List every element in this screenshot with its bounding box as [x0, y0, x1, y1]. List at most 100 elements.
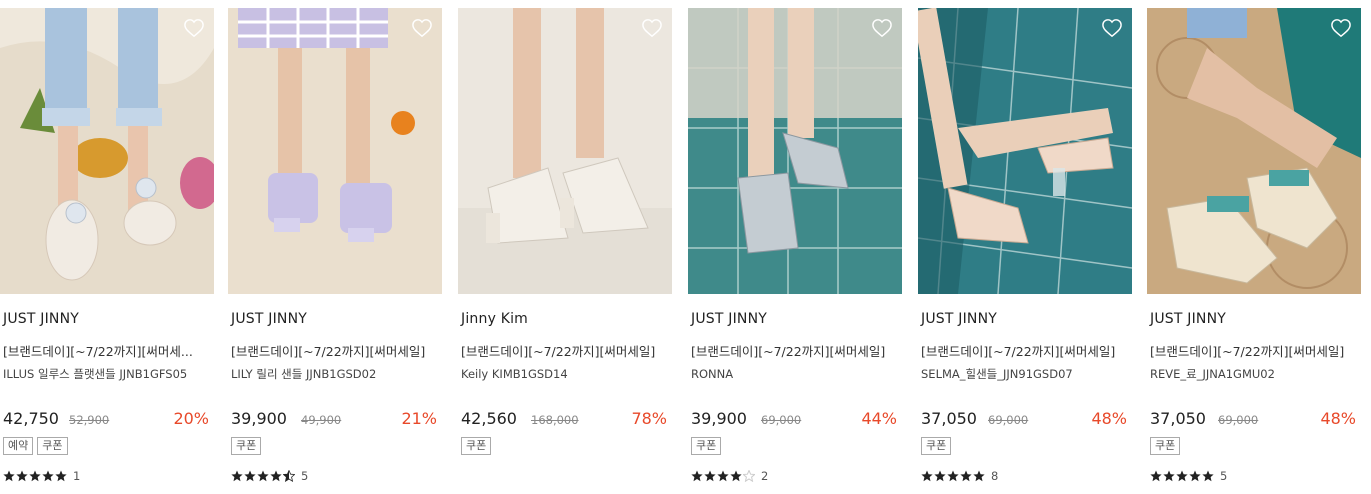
tag-badge: 쿠폰 [1150, 437, 1181, 455]
product-subtitle[interactable]: RONNA [691, 366, 899, 382]
product-rating: 5 [231, 469, 308, 483]
star-icon [3, 470, 15, 482]
review-count: 5 [1220, 469, 1228, 483]
product-title[interactable]: [브랜드데이][~7/22까지][써머세... [3, 341, 211, 360]
product-subtitle[interactable]: Keily KIMB1GSD14 [461, 366, 669, 382]
sale-price: 39,900 [231, 409, 287, 428]
star-rating [3, 470, 67, 482]
product-image[interactable] [688, 8, 902, 294]
star-icon [1189, 470, 1201, 482]
review-count: 1 [73, 469, 81, 483]
star-icon [730, 470, 742, 482]
product-tags: 쿠폰 [1150, 437, 1181, 455]
product-tags: 예약 쿠폰 [3, 437, 68, 455]
product-image[interactable] [0, 8, 214, 294]
sale-price: 37,050 [921, 409, 977, 428]
star-icon [231, 470, 243, 482]
discount-rate: 21% [401, 409, 437, 428]
discount-rate: 44% [861, 409, 897, 428]
product-card[interactable]: JUST JINNY [브랜드데이][~7/22까지][써머세일] RONNA … [688, 8, 902, 494]
star-empty-icon [743, 470, 755, 482]
product-card[interactable]: JUST JINNY [브랜드데이][~7/22까지][써머세일] LILY 릴… [228, 8, 442, 494]
product-title[interactable]: [브랜드데이][~7/22까지][써머세일] [1150, 341, 1358, 360]
product-brand[interactable]: JUST JINNY [921, 311, 997, 327]
product-brand[interactable]: Jinny Kim [461, 311, 528, 327]
star-icon [960, 470, 972, 482]
heart-outline-icon[interactable] [411, 18, 433, 38]
tag-badge: 쿠폰 [691, 437, 722, 455]
product-rating: 2 [691, 469, 768, 483]
star-icon [29, 470, 41, 482]
discount-rate: 78% [631, 409, 667, 428]
heart-outline-icon[interactable] [641, 18, 663, 38]
star-icon [973, 470, 985, 482]
product-grid: JUST JINNY [브랜드데이][~7/22까지][써머세... ILLUS… [0, 0, 1371, 494]
product-card[interactable]: JUST JINNY [브랜드데이][~7/22까지][써머세... ILLUS… [0, 8, 214, 494]
product-tags: 쿠폰 [461, 437, 492, 455]
heart-outline-icon[interactable] [183, 18, 205, 38]
product-image[interactable] [1147, 8, 1361, 294]
star-icon [1163, 470, 1175, 482]
product-rating: 5 [1150, 469, 1227, 483]
original-price: 69,000 [761, 413, 802, 427]
product-card[interactable]: Jinny Kim [브랜드데이][~7/22까지][써머세일] Keily K… [458, 8, 672, 494]
discount-rate: 20% [173, 409, 209, 428]
product-subtitle[interactable]: ILLUS 일루스 플랫샌들 JJNB1GFS05 [3, 366, 211, 382]
heart-outline-icon[interactable] [1330, 18, 1352, 38]
original-price: 52,900 [69, 413, 110, 427]
star-rating [921, 470, 985, 482]
discount-rate: 48% [1320, 409, 1356, 428]
product-tags: 쿠폰 [691, 437, 722, 455]
product-brand[interactable]: JUST JINNY [1150, 311, 1226, 327]
star-icon [244, 470, 256, 482]
product-brand[interactable]: JUST JINNY [231, 311, 307, 327]
sale-price: 42,560 [461, 409, 517, 428]
heart-outline-icon[interactable] [871, 18, 893, 38]
heart-outline-icon[interactable] [1101, 18, 1123, 38]
product-tags: 쿠폰 [921, 437, 952, 455]
product-brand[interactable]: JUST JINNY [691, 311, 767, 327]
star-half-icon [283, 470, 295, 482]
review-count: 8 [991, 469, 999, 483]
review-count: 5 [301, 469, 309, 483]
product-card[interactable]: JUST JINNY [브랜드데이][~7/22까지][써머세일] SELMA_… [918, 8, 1132, 494]
star-icon [921, 470, 933, 482]
star-icon [1176, 470, 1188, 482]
tag-badge: 쿠폰 [461, 437, 492, 455]
product-title[interactable]: [브랜드데이][~7/22까지][써머세일] [461, 341, 669, 360]
sale-price: 39,900 [691, 409, 747, 428]
star-icon [717, 470, 729, 482]
product-title[interactable]: [브랜드데이][~7/22까지][써머세일] [231, 341, 439, 360]
discount-rate: 48% [1091, 409, 1127, 428]
product-title[interactable]: [브랜드데이][~7/22까지][써머세일] [691, 341, 899, 360]
sale-price: 37,050 [1150, 409, 1206, 428]
star-icon [257, 470, 269, 482]
star-icon [1150, 470, 1162, 482]
original-price: 168,000 [531, 413, 579, 427]
star-icon [691, 470, 703, 482]
star-icon [947, 470, 959, 482]
product-rating: 1 [3, 469, 80, 483]
tag-badge: 예약 [3, 437, 34, 455]
product-brand[interactable]: JUST JINNY [3, 311, 79, 327]
product-title[interactable]: [브랜드데이][~7/22까지][써머세일] [921, 341, 1129, 360]
star-rating [691, 470, 755, 482]
tag-badge: 쿠폰 [231, 437, 262, 455]
product-image[interactable] [228, 8, 442, 294]
original-price: 69,000 [1218, 413, 1259, 427]
product-rating: 8 [921, 469, 998, 483]
tag-badge: 쿠폰 [37, 437, 68, 455]
star-icon [270, 470, 282, 482]
product-subtitle[interactable]: LILY 릴리 샌들 JJNB1GSD02 [231, 366, 439, 382]
star-icon [55, 470, 67, 482]
product-subtitle[interactable]: REVE_료_JJNA1GMU02 [1150, 366, 1358, 382]
product-subtitle[interactable]: SELMA_힐샌들_JJN91GSD07 [921, 366, 1129, 382]
sale-price: 42,750 [3, 409, 59, 428]
review-count: 2 [761, 469, 769, 483]
product-card[interactable]: JUST JINNY [브랜드데이][~7/22까지][써머세일] REVE_료… [1147, 8, 1361, 494]
star-rating [231, 470, 295, 482]
product-image[interactable] [458, 8, 672, 294]
product-image[interactable] [918, 8, 1132, 294]
original-price: 49,900 [301, 413, 342, 427]
star-icon [16, 470, 28, 482]
